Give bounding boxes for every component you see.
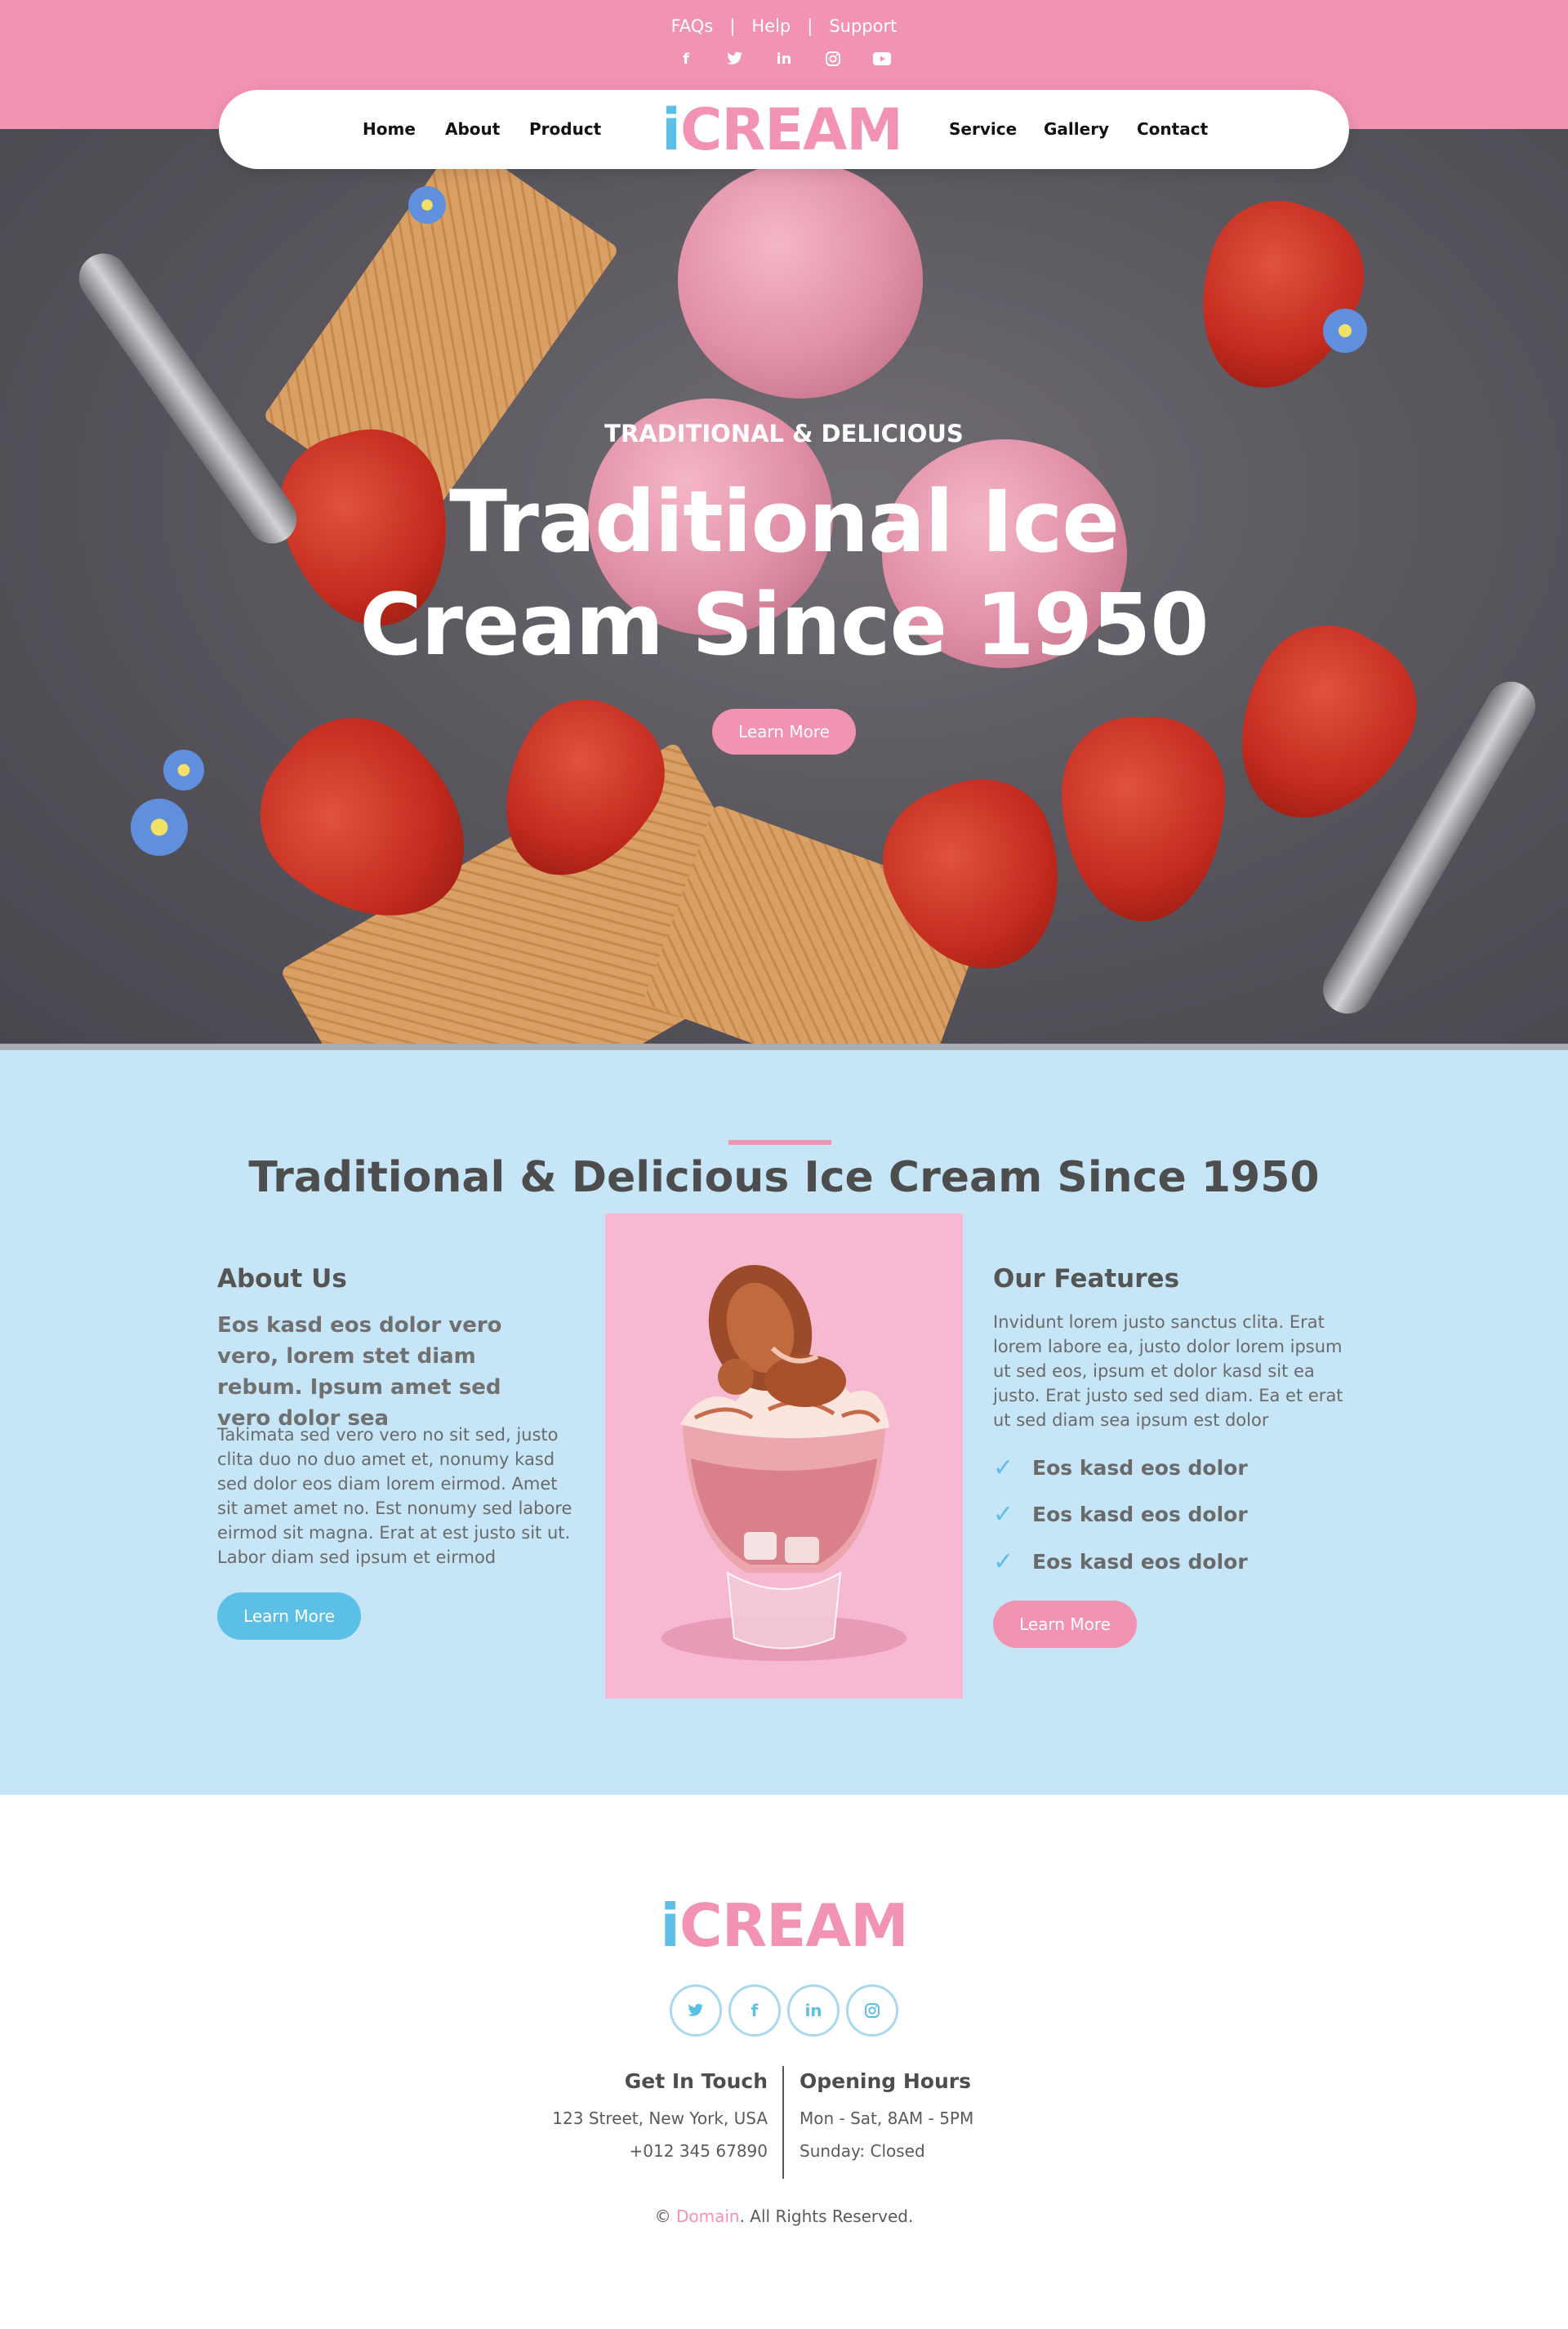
top-links: FAQs | Help | Support bbox=[0, 16, 1568, 36]
logo-text: CREAM bbox=[679, 1891, 909, 1960]
hero-title-line: Cream Since 1950 bbox=[359, 575, 1209, 675]
facebook-icon[interactable]: f bbox=[676, 49, 696, 69]
top-social-icons: f in bbox=[0, 49, 1568, 69]
instagram-icon[interactable] bbox=[846, 1984, 898, 2037]
about-us-body: Takimata sed vero vero no sit sed, justo… bbox=[217, 1425, 572, 1567]
nav-logo[interactable]: iCREAM bbox=[662, 96, 903, 163]
copyright: © Domain. All Rights Reserved. bbox=[0, 2207, 1568, 2226]
domain-link[interactable]: Domain bbox=[676, 2207, 740, 2226]
hero-content: TRADITIONAL & DELICIOUS Traditional Ice … bbox=[0, 129, 1568, 1044]
footer-weekday-hours: Mon - Sat, 8AM - 5PM bbox=[800, 2109, 974, 2128]
faqs-link[interactable]: FAQs bbox=[671, 16, 714, 36]
ice-cream-sundae-image bbox=[605, 1213, 963, 1699]
nav-about[interactable]: About bbox=[445, 119, 500, 139]
feature-item: ✓ Eos kasd eos dolor bbox=[993, 1454, 1248, 1482]
hero-subtitle: TRADITIONAL & DELICIOUS bbox=[604, 420, 964, 448]
help-link[interactable]: Help bbox=[751, 16, 791, 36]
footer-address: 123 Street, New York, USA bbox=[552, 2109, 768, 2128]
footer-social-icons: f in bbox=[0, 1984, 1568, 2037]
separator: | bbox=[729, 16, 736, 36]
nav-product[interactable]: Product bbox=[529, 119, 601, 139]
feature-text: Eos kasd eos dolor bbox=[1032, 1550, 1248, 1574]
opening-hours-heading: Opening Hours bbox=[800, 2069, 971, 2093]
check-icon: ✓ bbox=[993, 1500, 1014, 1529]
linkedin-icon[interactable]: in bbox=[787, 1984, 840, 2037]
hero-title: Traditional Ice Cream Since 1950 bbox=[0, 470, 1568, 676]
twitter-icon[interactable] bbox=[725, 49, 745, 69]
hero-learn-more-button[interactable]: Learn More bbox=[712, 709, 856, 755]
check-icon: ✓ bbox=[993, 1547, 1014, 1576]
features-learn-more-button[interactable]: Learn More bbox=[993, 1601, 1137, 1648]
feature-item: ✓ Eos kasd eos dolor bbox=[993, 1500, 1248, 1529]
logo-text: CREAM bbox=[680, 96, 903, 163]
feature-text: Eos kasd eos dolor bbox=[1032, 1456, 1248, 1480]
youtube-icon[interactable] bbox=[872, 49, 892, 69]
about-us-lead: Eos kasd eos dolor vero vero, lorem stet… bbox=[217, 1313, 502, 1431]
about-us-heading: About Us bbox=[217, 1264, 347, 1294]
our-features-body: Invidunt lorem justo sanctus clita. Erat… bbox=[993, 1312, 1343, 1430]
get-in-touch-heading: Get In Touch bbox=[624, 2069, 768, 2093]
our-features-heading: Our Features bbox=[993, 1264, 1180, 1294]
support-link[interactable]: Support bbox=[829, 16, 897, 36]
copyright-prefix: © bbox=[654, 2207, 676, 2226]
linkedin-icon[interactable]: in bbox=[774, 49, 794, 69]
separator: | bbox=[807, 16, 813, 36]
footer-sunday-hours: Sunday: Closed bbox=[800, 2141, 925, 2161]
feature-text: Eos kasd eos dolor bbox=[1032, 1503, 1248, 1526]
footer-divider bbox=[782, 2066, 784, 2179]
footer: iCREAM f in Get In Touch 123 Street, New… bbox=[0, 1795, 1568, 2329]
section-divider bbox=[728, 1140, 831, 1145]
nav-gallery[interactable]: Gallery bbox=[1044, 119, 1109, 139]
feature-item: ✓ Eos kasd eos dolor bbox=[993, 1547, 1248, 1576]
nav-home[interactable]: Home bbox=[363, 119, 416, 139]
about-section: Traditional & Delicious Ice Cream Since … bbox=[0, 1044, 1568, 1795]
footer-logo[interactable]: iCREAM bbox=[0, 1891, 1568, 1960]
facebook-icon[interactable]: f bbox=[728, 1984, 781, 2037]
section-title: Traditional & Delicious Ice Cream Since … bbox=[248, 1153, 1320, 1202]
footer-phone: +012 345 67890 bbox=[629, 2141, 768, 2161]
check-icon: ✓ bbox=[993, 1454, 1014, 1482]
copyright-suffix: . All Rights Reserved. bbox=[739, 2207, 914, 2226]
instagram-icon[interactable] bbox=[823, 49, 843, 69]
hero-section: TRADITIONAL & DELICIOUS Traditional Ice … bbox=[0, 129, 1568, 1044]
logo-i: i bbox=[662, 96, 681, 163]
nav-contact[interactable]: Contact bbox=[1137, 119, 1208, 139]
about-learn-more-button[interactable]: Learn More bbox=[217, 1592, 361, 1640]
twitter-icon[interactable] bbox=[670, 1984, 722, 2037]
nav-service[interactable]: Service bbox=[949, 119, 1017, 139]
logo-i: i bbox=[660, 1891, 680, 1960]
main-nav: Home About Product iCREAM Service Galler… bbox=[219, 90, 1349, 169]
hero-title-line: Traditional Ice bbox=[449, 472, 1120, 572]
